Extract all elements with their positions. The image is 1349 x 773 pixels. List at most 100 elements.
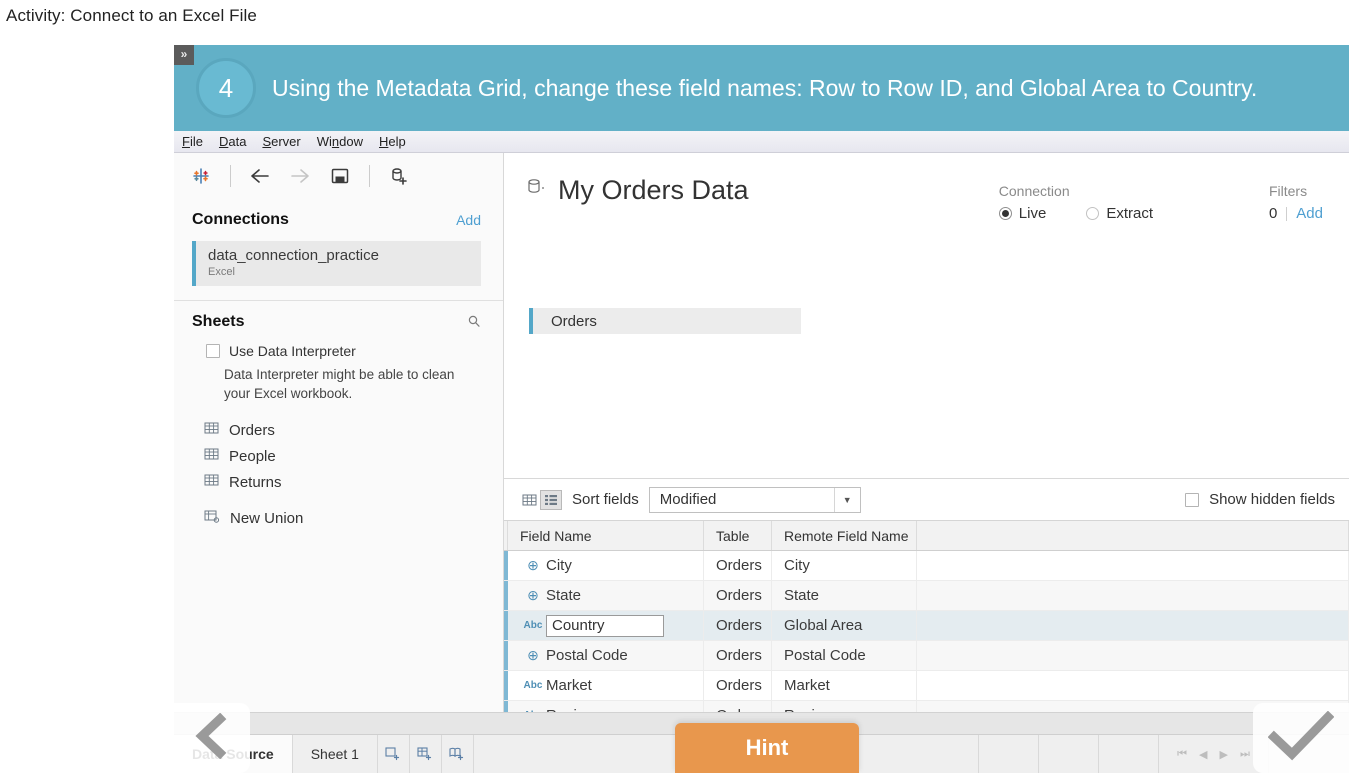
toolbar-divider-2	[369, 165, 370, 187]
sheet-item-orders[interactable]: Orders	[174, 403, 503, 439]
database-icon	[526, 177, 546, 204]
grid-toolbar: Sort fields Modified ▼ Show hidden field…	[504, 478, 1349, 520]
show-hidden-fields-checkbox[interactable]	[1185, 492, 1200, 507]
sheet-item-people[interactable]: People	[174, 439, 503, 465]
radio-live-icon[interactable]	[998, 207, 1012, 220]
remote-field-name-value: State	[772, 581, 917, 610]
radio-extract-icon[interactable]	[1086, 207, 1100, 220]
nav-last-icon[interactable]: ⏭	[1240, 748, 1250, 761]
toolbar	[174, 153, 503, 199]
add-connection-button[interactable]: Add	[456, 212, 481, 228]
chevron-down-icon[interactable]: ▼	[833, 487, 860, 512]
table-value: Orders	[704, 671, 772, 700]
canvas-table-orders[interactable]: Orders	[529, 308, 801, 334]
connection-item[interactable]: data_connection_practice Excel	[192, 241, 481, 286]
checkmark-icon	[1267, 710, 1335, 766]
use-data-interpreter-checkbox[interactable]	[206, 344, 220, 358]
geo-type-icon: ⊕	[527, 557, 539, 573]
nav-prev-icon[interactable]: ◀	[1199, 748, 1207, 761]
abc-type-icon: Abc	[523, 620, 543, 631]
hint-button-label: Hint	[745, 735, 789, 760]
save-icon[interactable]	[325, 161, 355, 191]
filters-label: Filters	[1268, 183, 1308, 199]
sort-fields-label: Sort fields	[572, 491, 639, 508]
field-name-value: State	[546, 587, 582, 604]
canvas-table-label: Orders	[551, 312, 597, 330]
connection-live-option[interactable]: Live	[998, 205, 1046, 222]
filters-panel: Filters 0 Add	[1269, 183, 1323, 222]
remote-field-name-value: City	[772, 551, 917, 580]
column-header-field-name[interactable]: Field Name	[508, 521, 704, 550]
column-header-empty	[917, 521, 1349, 550]
nav-next-icon[interactable]: ▶	[1220, 748, 1228, 761]
confirm-step-button[interactable]	[1253, 703, 1349, 773]
connection-panel: Connection Live Extract	[998, 183, 1153, 222]
remote-field-name-value: Market	[772, 671, 917, 700]
datasource-title[interactable]: My Orders Data	[558, 175, 749, 206]
column-header-remote-field-name[interactable]: Remote Field Name	[772, 521, 917, 550]
sheet-label: Returns	[229, 473, 282, 491]
menu-item-data[interactable]: Data	[219, 134, 246, 149]
new-union-label: New Union	[230, 509, 304, 527]
menu-item-window[interactable]: Window	[317, 134, 363, 149]
table-icon	[204, 473, 219, 491]
table-value: Orders	[704, 611, 772, 640]
column-header-table[interactable]: Table	[704, 521, 772, 550]
hint-button[interactable]: Hint	[675, 723, 859, 773]
nav-first-icon[interactable]: ⏮	[1177, 748, 1187, 761]
metadata-view-icon[interactable]	[540, 489, 562, 510]
tab-sheet-1[interactable]: Sheet 1	[292, 735, 378, 773]
menu-item-file[interactable]: File	[182, 134, 203, 149]
new-union-icon	[204, 509, 220, 527]
sheet-item-returns[interactable]: Returns	[174, 465, 503, 491]
table-row[interactable]: ⊕ Postal Code Orders Postal Code	[504, 641, 1349, 671]
table-row[interactable]: ⊕ State Orders State	[504, 581, 1349, 611]
new-data-source-icon[interactable]	[384, 161, 414, 191]
step-number-badge: 4	[196, 58, 256, 118]
add-filter-button[interactable]: Add	[1296, 205, 1323, 222]
search-icon[interactable]	[467, 314, 481, 331]
back-arrow-icon[interactable]	[245, 161, 275, 191]
metadata-grid: Field Name Table Remote Field Name ⊕ Cit…	[504, 520, 1349, 734]
use-data-interpreter-label: Use Data Interpreter	[229, 343, 356, 359]
sheets-title: Sheets	[192, 313, 245, 330]
chevron-left-icon	[192, 712, 232, 764]
tab-sheet-1-label: Sheet 1	[310, 746, 359, 762]
field-name-value: Postal Code	[546, 647, 628, 664]
tableau-logo-icon[interactable]	[186, 161, 216, 191]
sort-fields-select[interactable]: Modified ▼	[648, 486, 861, 513]
grid-view-icon[interactable]	[518, 490, 540, 510]
connection-type: Excel	[208, 266, 235, 278]
table-row[interactable]: ⊕ City Orders City	[504, 551, 1349, 581]
connection-label: Connection	[998, 183, 1070, 199]
bottom-bar-cell	[1099, 735, 1159, 773]
metadata-grid-header: Field Name Table Remote Field Name	[504, 521, 1349, 551]
connection-extract-option[interactable]: Extract	[1086, 205, 1153, 222]
new-worksheet-icon[interactable]	[378, 735, 410, 773]
table-value: Orders	[704, 581, 772, 610]
table-row[interactable]: Abc Market Orders Market	[504, 671, 1349, 701]
connection-name: data_connection_practice	[208, 247, 379, 264]
new-union-item[interactable]: New Union	[174, 491, 503, 527]
show-hidden-fields-row[interactable]: Show hidden fields	[1185, 491, 1335, 508]
bottom-bar-cell	[1039, 735, 1099, 773]
connection-extract-label: Extract	[1106, 205, 1153, 222]
show-hidden-fields-label: Show hidden fields	[1209, 491, 1335, 508]
datasource-header: My Orders Data	[504, 153, 1349, 206]
new-dashboard-icon[interactable]	[410, 735, 442, 773]
sort-fields-value: Modified	[659, 491, 717, 508]
menu-item-server[interactable]: Server	[262, 134, 300, 149]
use-data-interpreter-row[interactable]: Use Data Interpreter	[174, 337, 503, 359]
window-body: Connections Add data_connection_practice…	[174, 153, 1349, 734]
table-icon	[204, 447, 219, 465]
new-story-icon[interactable]	[442, 735, 474, 773]
previous-step-button[interactable]	[174, 703, 250, 773]
left-pane: Connections Add data_connection_practice…	[174, 153, 504, 734]
table-row-editing[interactable]: Abc Orders Global Area	[504, 611, 1349, 641]
data-interpreter-hint: Data Interpreter might be able to clean …	[224, 367, 455, 401]
double-chevron-right-icon[interactable]: »	[174, 45, 194, 65]
menu-item-help[interactable]: Help	[379, 134, 406, 149]
remote-field-name-value: Postal Code	[772, 641, 917, 670]
instruction-text: Using the Metadata Grid, change these fi…	[272, 75, 1258, 101]
field-name-input[interactable]	[546, 614, 664, 637]
